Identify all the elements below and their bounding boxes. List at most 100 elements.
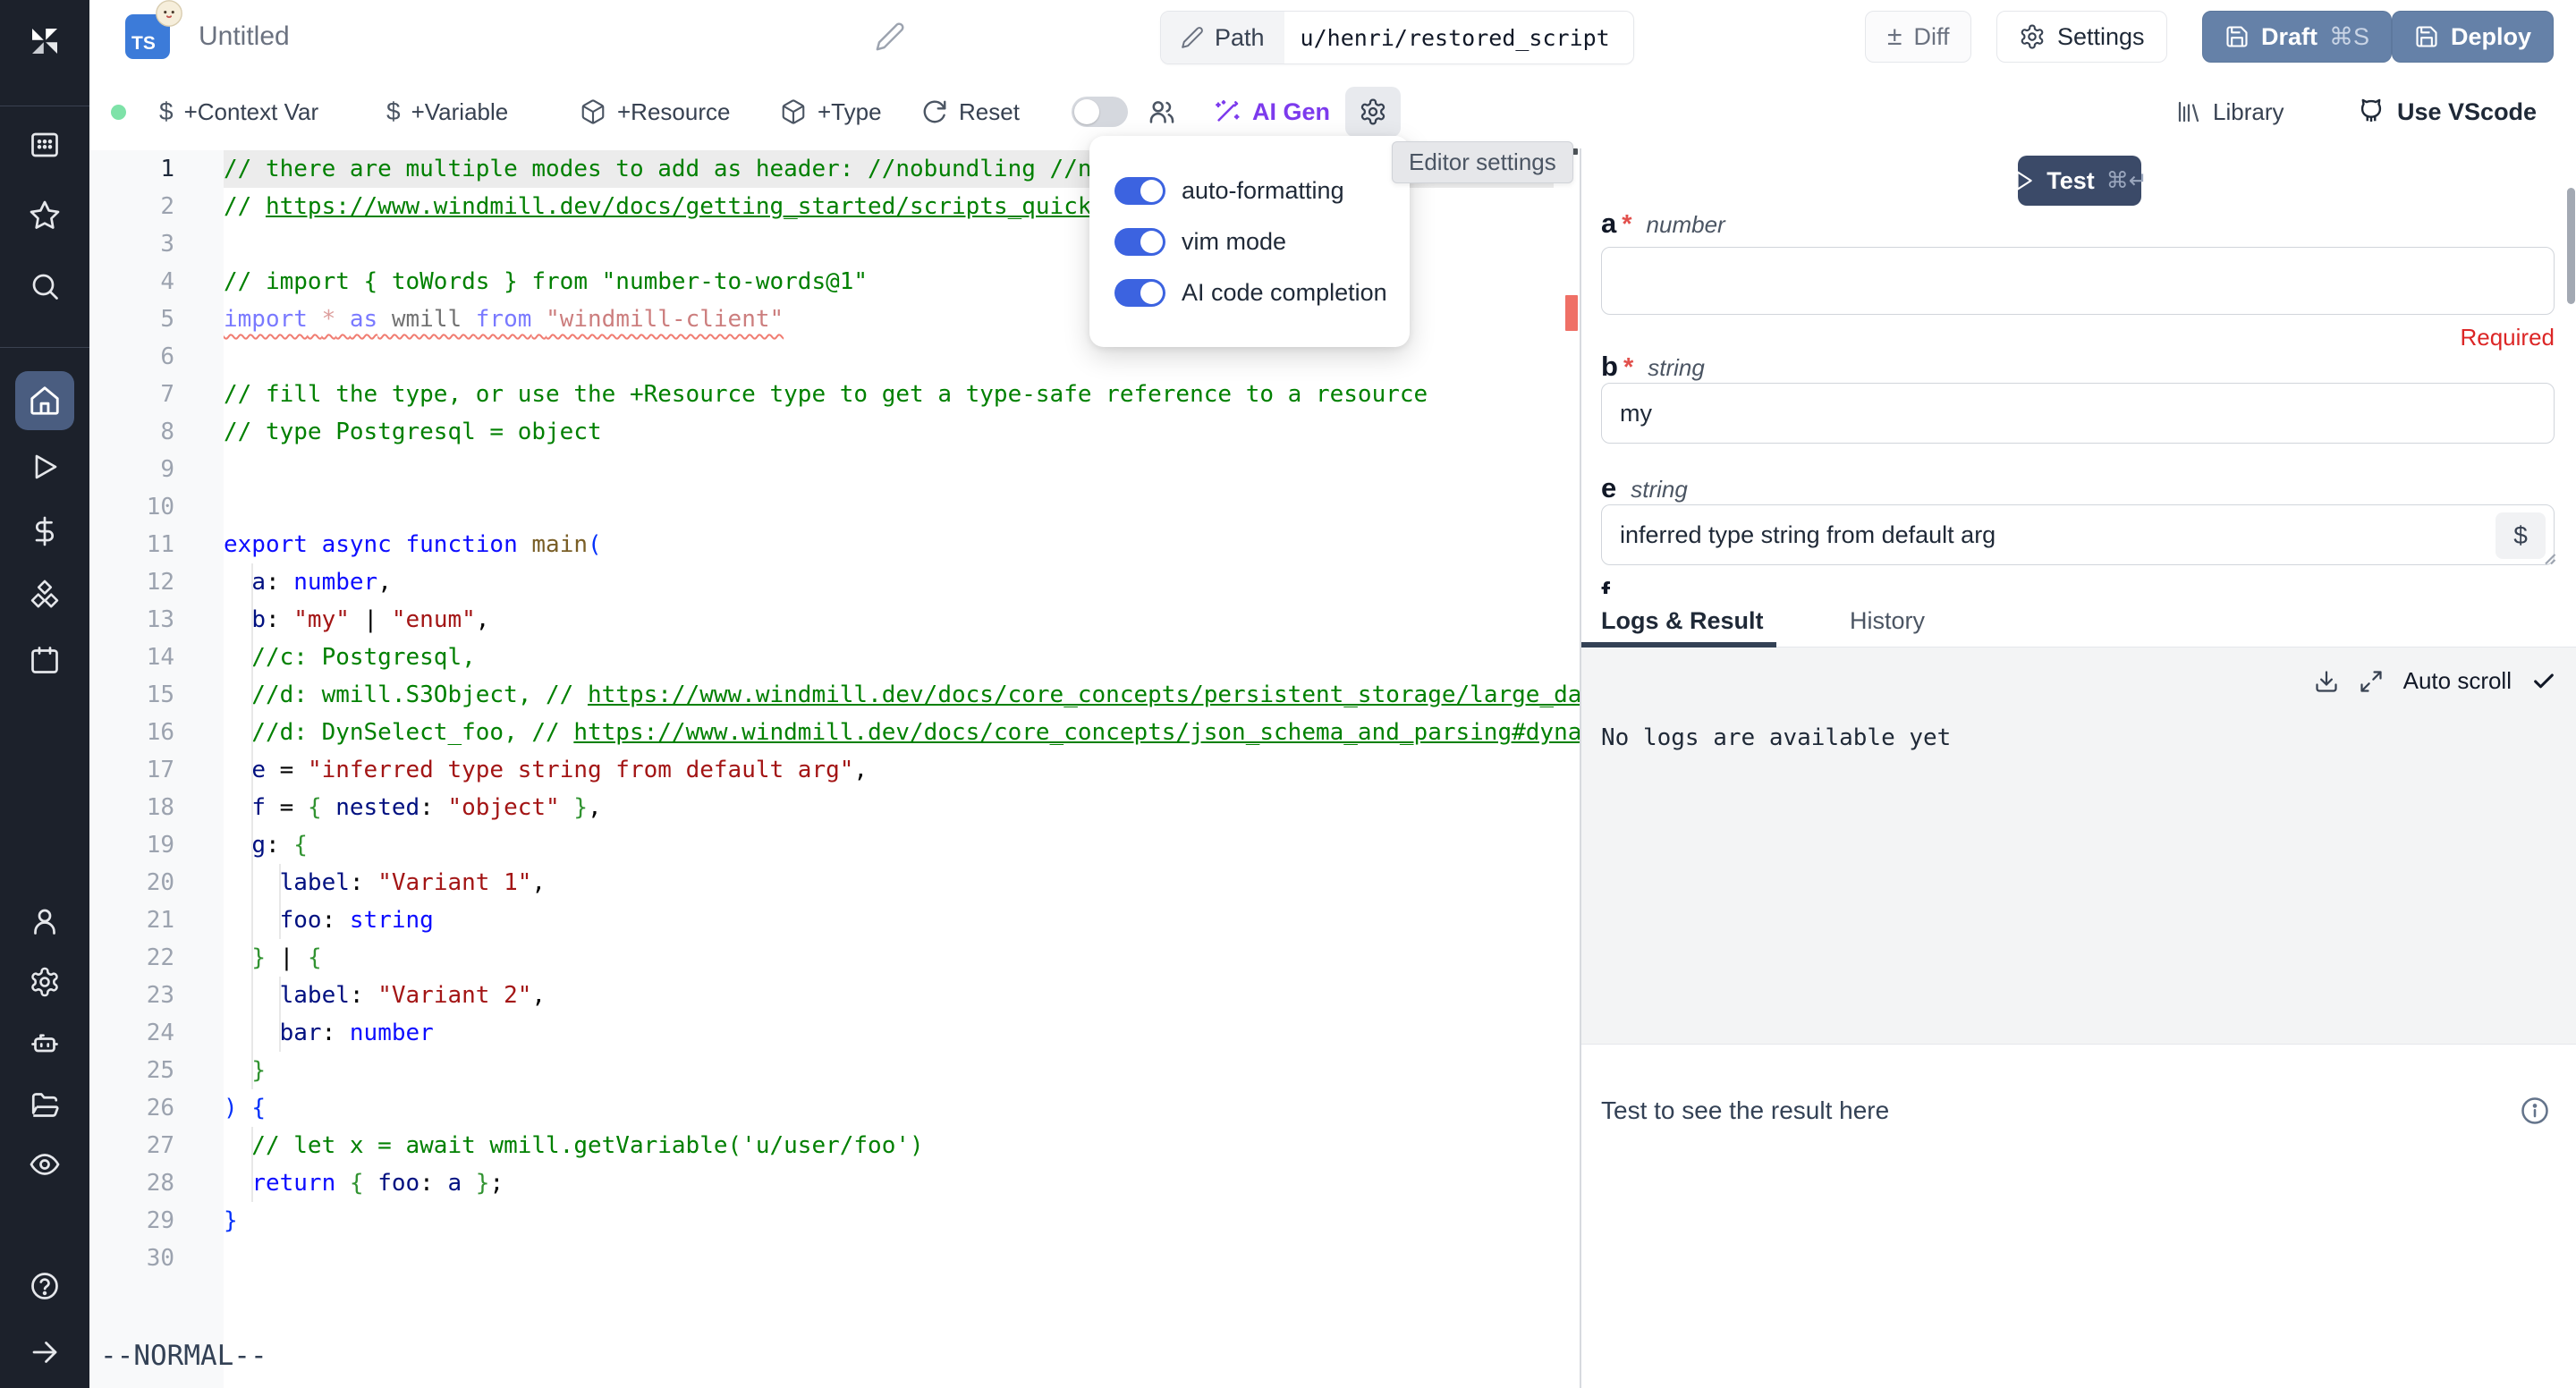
code-line[interactable]: //d: DynSelect_foo, // https://www.windm… — [224, 714, 1554, 751]
toggle-on-switch[interactable] — [1114, 228, 1165, 256]
reset-button[interactable]: Reset — [921, 75, 1020, 148]
code-line[interactable]: } — [224, 1052, 1554, 1089]
indent-guide — [279, 864, 281, 939]
editor-settings-popup: auto-formatting vim mode AI code complet… — [1089, 136, 1410, 347]
sidebar-item-settings[interactable] — [21, 959, 68, 1005]
field-input-e[interactable] — [1601, 504, 2555, 565]
edit-summary-pencil-icon[interactable] — [875, 21, 905, 52]
code-line[interactable]: a: number, — [224, 563, 1554, 601]
sidebar-item-schedules[interactable] — [21, 637, 68, 683]
sidebar-item-runs[interactable] — [21, 444, 68, 490]
use-vscode-button[interactable]: Use VScode — [2356, 75, 2537, 148]
collapse-arrow-icon[interactable] — [21, 1329, 68, 1375]
library-button[interactable]: Library — [2175, 75, 2284, 148]
code-line[interactable]: //d: wmill.S3Object, // https://www.wind… — [224, 676, 1554, 714]
code-line[interactable] — [224, 1240, 1554, 1277]
add-resource-button[interactable]: +Resource — [580, 75, 730, 148]
field-label-a: a* number — [1601, 207, 1725, 240]
vscode-cat-icon — [2356, 97, 2386, 127]
save-icon — [2224, 24, 2250, 49]
check-icon[interactable] — [2531, 669, 2556, 694]
code-line[interactable]: // fill the type, or use the +Resource t… — [224, 376, 1554, 413]
toggle-on-switch[interactable] — [1114, 177, 1165, 205]
deploy-button[interactable]: Deploy — [2392, 11, 2554, 63]
sidebar-item-resources[interactable] — [21, 572, 68, 619]
code-line[interactable]: } | { — [224, 939, 1554, 977]
path-value: u/henri/restored_script — [1284, 12, 1633, 63]
sidebar-item-folders[interactable] — [21, 1080, 68, 1127]
tab-history[interactable]: History — [1850, 594, 1925, 647]
code-line[interactable]: foo: string — [224, 901, 1554, 939]
resize-handle-icon[interactable] — [2540, 549, 2556, 565]
overview-error-marker — [1565, 295, 1578, 331]
code-line[interactable]: } — [224, 1202, 1554, 1240]
package-icon — [580, 98, 606, 125]
editor-settings-gear-button[interactable] — [1345, 87, 1401, 137]
code-line[interactable]: label: "Variant 2", — [224, 977, 1554, 1014]
info-icon[interactable] — [2519, 1095, 2551, 1127]
code-line[interactable]: //c: Postgresql, — [224, 639, 1554, 676]
required-message: Required — [2460, 324, 2555, 351]
auto-scroll-label[interactable]: Auto scroll — [2403, 667, 2512, 695]
package-icon — [780, 98, 807, 125]
test-button[interactable]: Test ⌘↵ — [2018, 156, 2141, 206]
insert-variable-dollar-button[interactable]: $ — [2496, 512, 2546, 559]
add-variable-button[interactable]: $+Variable — [386, 75, 508, 148]
favorites-star-icon[interactable] — [21, 192, 68, 239]
logs-controls: Auto scroll — [2314, 667, 2556, 695]
test-panel: Test ⌘↵ a* number Required b* string e s… — [1581, 148, 2576, 1388]
bun-runtime-icon — [154, 0, 184, 29]
code-line[interactable] — [224, 451, 1554, 488]
code-line[interactable]: ) { — [224, 1089, 1554, 1127]
toggle-off-switch[interactable] — [1072, 97, 1128, 127]
code-line[interactable]: export async function main( — [224, 526, 1554, 563]
path-field[interactable]: Path u/henri/restored_script — [1160, 11, 1634, 64]
add-type-button[interactable]: +Type — [780, 75, 882, 148]
setting-auto-formatting: auto-formatting — [1114, 177, 1410, 205]
app-switcher-icon[interactable] — [21, 122, 68, 168]
code-line[interactable]: f = { nested: "object" }, — [224, 789, 1554, 826]
vim-status: --NORMAL-- — [100, 1340, 267, 1372]
setting-ai-code-completion: AI code completion — [1114, 279, 1410, 307]
sidebar-item-variables[interactable] — [21, 508, 68, 554]
field-label-b: b* string — [1601, 351, 1705, 383]
test-shortcut: ⌘↵ — [2106, 167, 2148, 194]
diff-button[interactable]: ± Diff — [1865, 11, 1971, 63]
help-icon[interactable] — [21, 1263, 68, 1309]
expand-icon[interactable] — [2359, 669, 2384, 694]
search-icon[interactable] — [21, 263, 68, 309]
no-logs-message: No logs are available yet — [1601, 724, 1951, 751]
sidebar-item-home[interactable] — [15, 371, 74, 430]
code-line[interactable]: e = "inferred type string from default a… — [224, 751, 1554, 789]
logs-result-tabs: Logs & Result History — [1581, 594, 2576, 647]
code-line[interactable]: bar: number — [224, 1014, 1554, 1052]
add-context-var-button[interactable]: $+Context Var — [159, 75, 318, 148]
settings-button[interactable]: Settings — [1996, 11, 2167, 63]
indent-guide — [279, 977, 281, 1052]
code-line[interactable] — [224, 488, 1554, 526]
windmill-logo-icon[interactable] — [23, 20, 66, 63]
field-input-a[interactable] — [1601, 247, 2555, 315]
tab-logs-result[interactable]: Logs & Result — [1601, 594, 1764, 647]
draft-button[interactable]: Draft ⌘S — [2202, 11, 2392, 63]
rail-divider — [0, 347, 89, 348]
path-label-segment: Path — [1161, 12, 1284, 63]
code-line[interactable]: g: { — [224, 826, 1554, 864]
code-line[interactable]: // type Postgresql = object — [224, 413, 1554, 451]
code-line[interactable]: b: "my" | "enum", — [224, 601, 1554, 639]
sidebar-item-workers-robot[interactable] — [21, 1020, 68, 1066]
download-icon[interactable] — [2314, 669, 2339, 694]
windmill-script-editor: TS Untitled Path u/henri/restored_script… — [0, 0, 2576, 1388]
panel-scrollbar-thumb[interactable] — [2567, 188, 2575, 304]
code-line[interactable]: // let x = await wmill.getVariable('u/us… — [224, 1127, 1554, 1164]
dollar-icon: $ — [386, 97, 401, 126]
toggle-on-switch[interactable] — [1114, 279, 1165, 307]
code-line[interactable]: label: "Variant 1", — [224, 864, 1554, 901]
result-panel: Test to see the result here — [1581, 1045, 2576, 1388]
sidebar-item-users[interactable] — [21, 898, 68, 944]
sidebar-item-audit-eye[interactable] — [21, 1141, 68, 1188]
field-input-b[interactable] — [1601, 383, 2555, 444]
plus-minus-icon: ± — [1887, 21, 1902, 52]
code-line[interactable]: return { foo: a }; — [224, 1164, 1554, 1202]
status-dot — [111, 105, 126, 120]
